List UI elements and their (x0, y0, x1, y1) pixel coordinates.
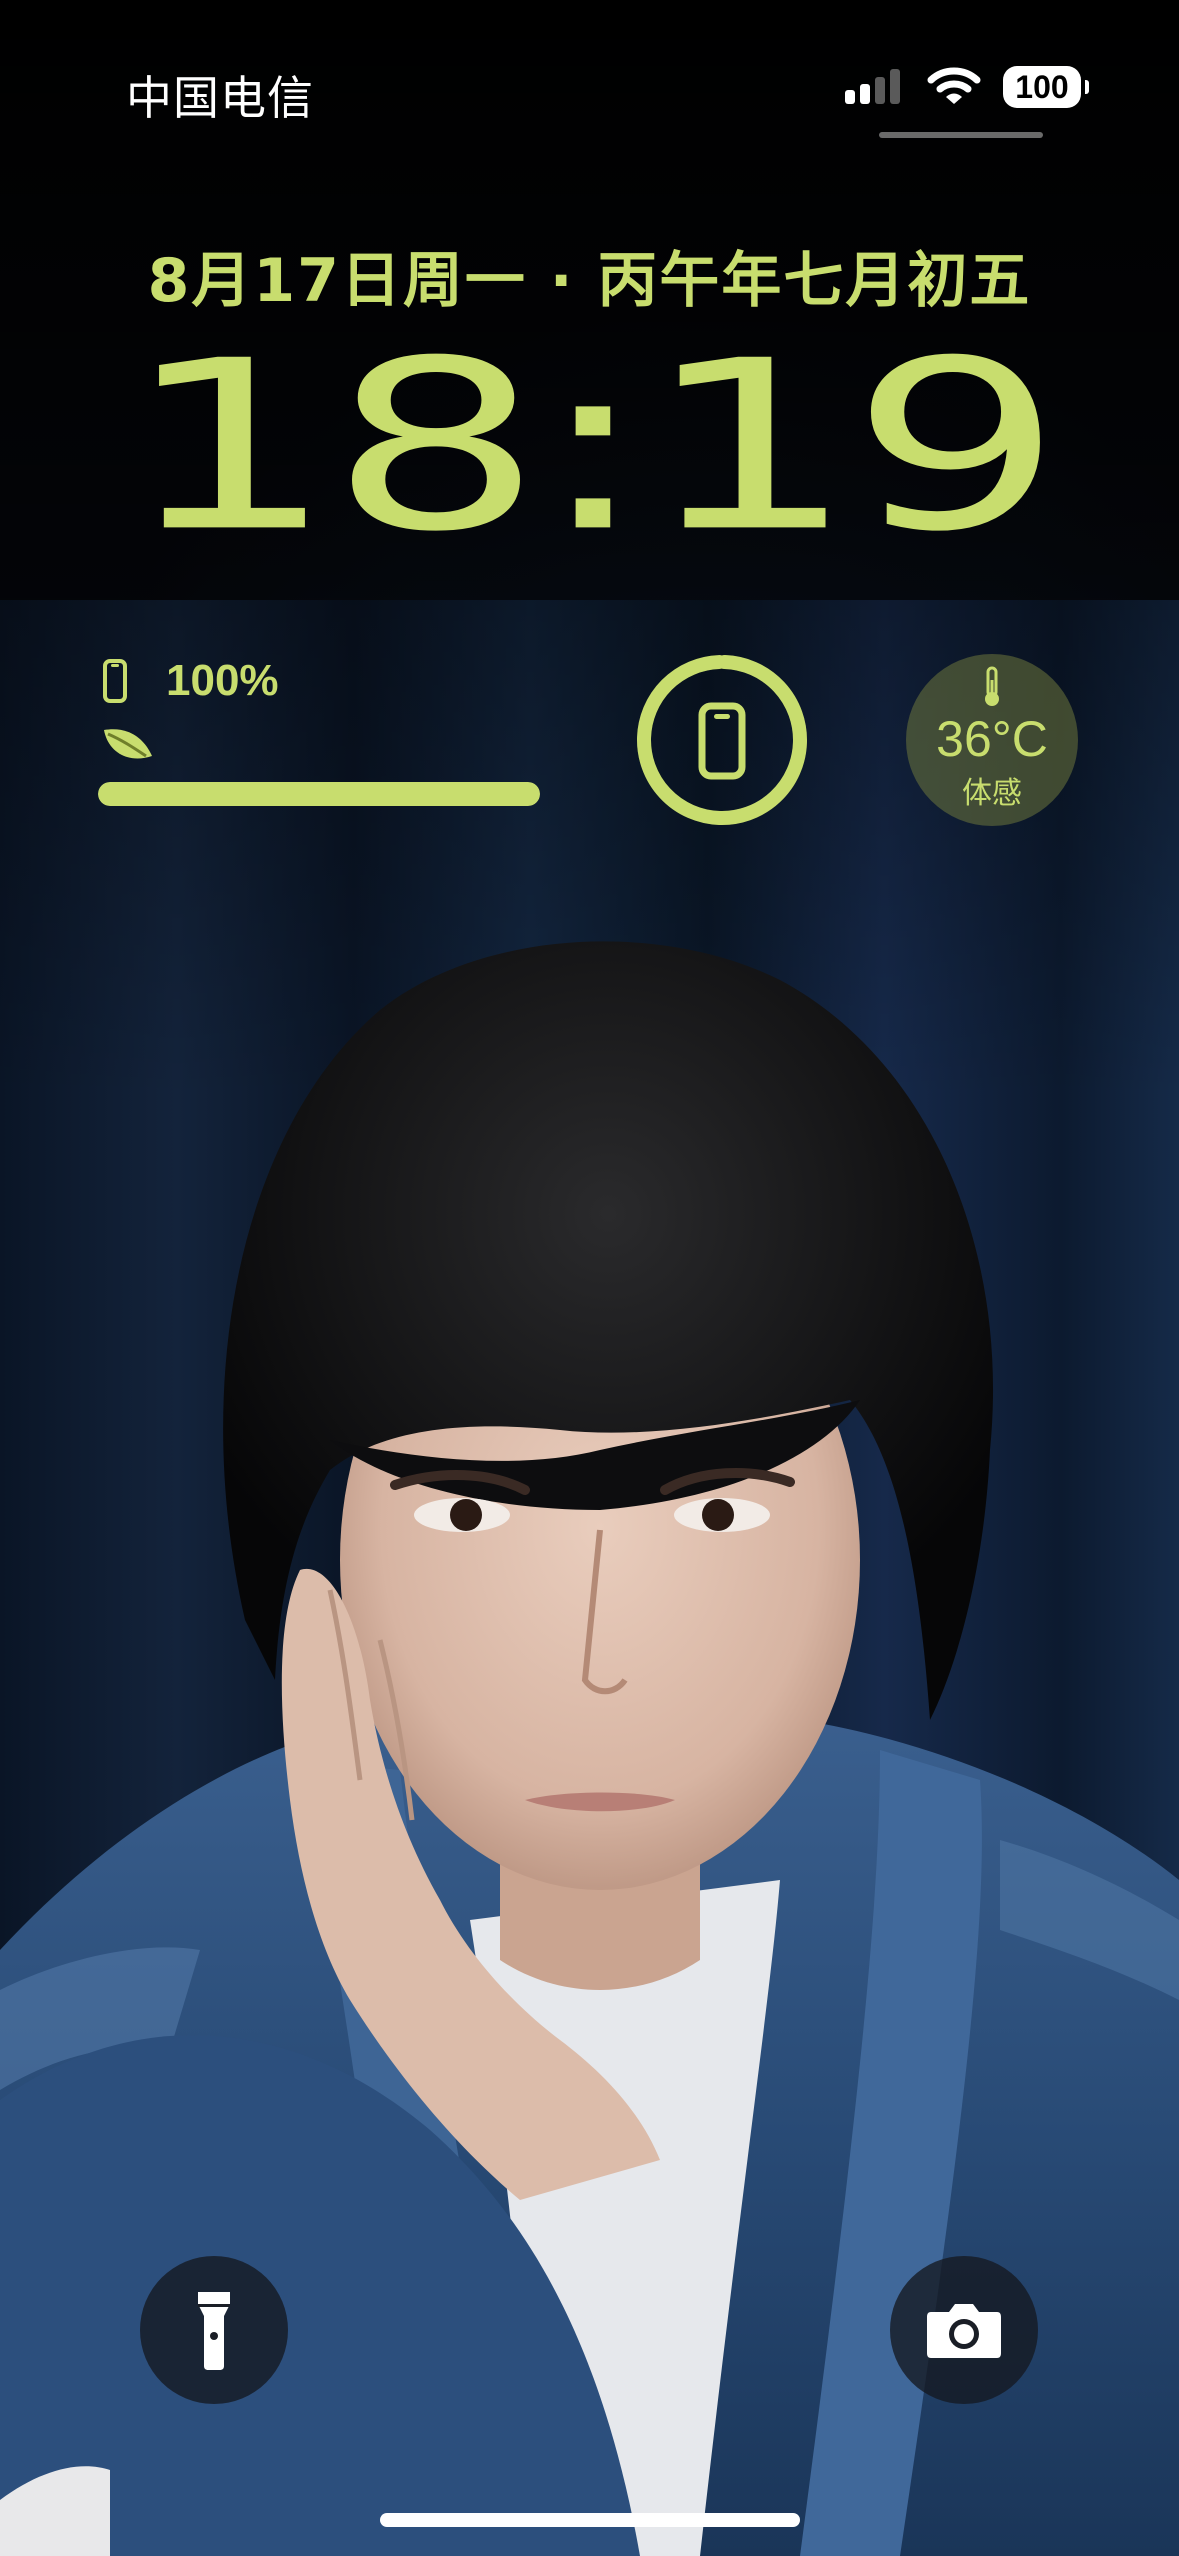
flashlight-icon (198, 2292, 230, 2370)
status-icons: 100 (843, 64, 1089, 110)
battery-indicator: 100 (1003, 66, 1089, 108)
battery-nub (1085, 80, 1089, 94)
camera-button[interactable] (890, 2256, 1038, 2404)
home-indicator[interactable] (380, 2513, 800, 2527)
temperature-label: 体感 (962, 776, 1022, 811)
lock-clock[interactable]: 18:19 (0, 330, 1179, 564)
lock-screen[interactable]: 中国电信 100 8月17日周一 · 丙午年七月初五 18:19 100% 36… (0, 0, 1179, 2556)
leaf-icon (104, 729, 152, 759)
phone-icon (698, 702, 746, 780)
temperature-widget[interactable]: 36°C 体感 (906, 654, 1078, 826)
battery-percent: 100% (166, 656, 279, 705)
battery-level-fill (98, 782, 540, 806)
battery-widget[interactable]: 100% (96, 650, 542, 810)
flashlight-button[interactable] (140, 2256, 288, 2404)
temperature-value: 36°C (936, 711, 1048, 767)
device-battery-ring-widget[interactable] (634, 652, 810, 828)
phone-icon (103, 659, 127, 703)
camera-icon (927, 2304, 1001, 2358)
wifi-icon (927, 67, 981, 104)
lock-date[interactable]: 8月17日周一 · 丙午年七月初五 (0, 232, 1179, 319)
battery-level-text: 100 (1015, 68, 1069, 105)
status-bar-indicator (879, 132, 1043, 138)
battery-level-bar (98, 782, 540, 806)
battery-ring (637, 655, 807, 825)
cellular-signal-icon (845, 69, 900, 104)
carrier-name: 中国电信 (126, 71, 314, 125)
battery-ring-arc (637, 655, 807, 825)
thermometer-icon (985, 666, 999, 706)
